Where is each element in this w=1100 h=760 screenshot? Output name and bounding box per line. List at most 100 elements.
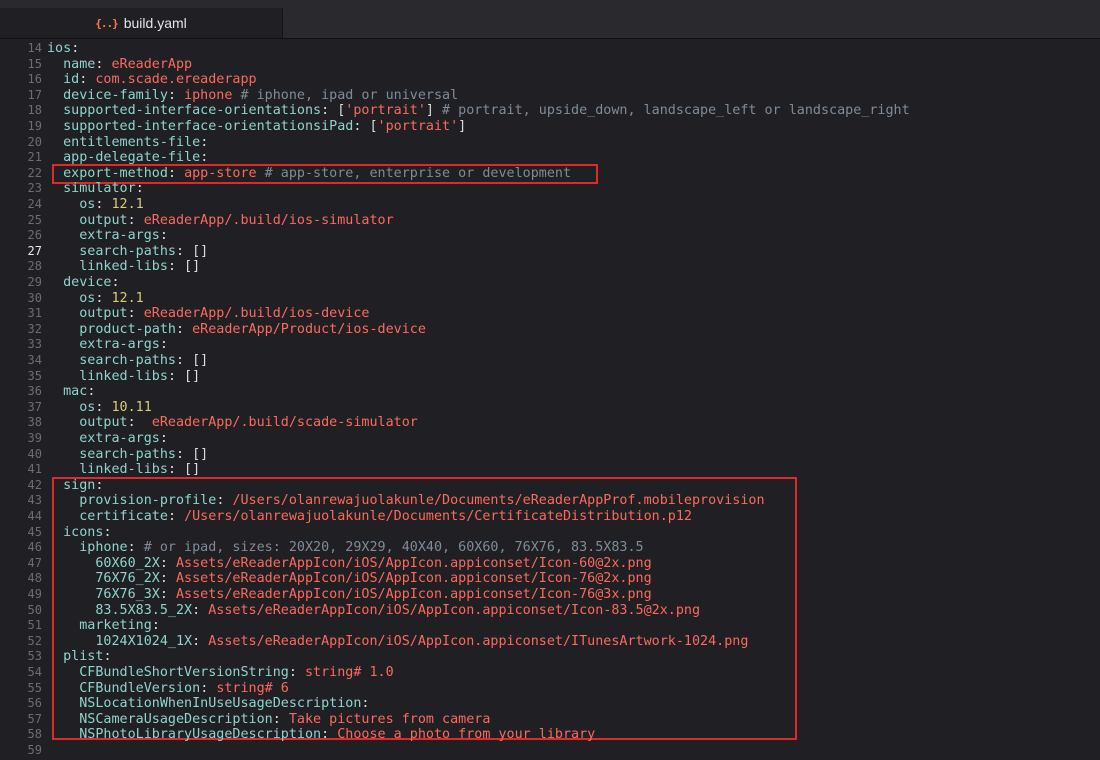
code-editor[interactable]: 14 ios: 15 name: eReaderApp 16 id: com.scad…	[0, 39, 1100, 760]
code-text: simulator:	[47, 181, 144, 197]
line-number: 18	[27, 103, 42, 118]
code-text: output: eReaderApp/.build/ios-simulator	[47, 212, 393, 229]
code-line[interactable]: 52 1024X1024_1X: Assets/eReaderAppIcon/i…	[0, 634, 1100, 650]
line-number: 16	[27, 72, 42, 87]
yaml-punctuation	[47, 571, 95, 586]
yaml-punctuation: :	[216, 493, 233, 509]
line-number: 56	[27, 696, 42, 711]
code-line[interactable]: 55 CFBundleVersion: string# 6	[0, 681, 1100, 697]
code-text: extra-args:	[47, 228, 168, 244]
code-line[interactable]: 46 iphone: # or ipad, sizes: 20X20, 29X2…	[0, 540, 1100, 556]
code-line[interactable]: 41 linked-libs: []	[0, 462, 1100, 478]
code-line[interactable]: 30 os: 12.1	[0, 291, 1100, 307]
code-line[interactable]: 29 device:	[0, 275, 1100, 291]
yaml-punctuation	[47, 447, 79, 462]
code-text: app-delegate-file:	[47, 150, 208, 166]
code-line[interactable]: 16 id: com.scade.ereaderapp	[0, 72, 1100, 88]
code-line[interactable]: 58 NSPhotoLibraryUsageDescription: Choos…	[0, 727, 1100, 743]
yaml-key: app-delegate-file	[63, 150, 201, 166]
tab-build-yaml[interactable]: {..} build.yaml	[0, 8, 283, 38]
yaml-punctuation	[47, 228, 79, 243]
code-line[interactable]: 33 extra-args:	[0, 337, 1100, 353]
yaml-punctuation	[47, 618, 79, 633]
yaml-punctuation	[47, 181, 63, 196]
yaml-punctuation	[47, 400, 79, 415]
yaml-punctuation: :	[95, 197, 112, 212]
code-line[interactable]: 20 entitlements-file:	[0, 135, 1100, 151]
code-line[interactable]: 43 provision-profile: /Users/olanrewajuo…	[0, 493, 1100, 509]
yaml-punctuation	[47, 681, 79, 696]
code-line[interactable]: 25 output: eReaderApp/.build/ios-simulat…	[0, 213, 1100, 229]
code-line[interactable]: 26 extra-args:	[0, 228, 1100, 244]
yaml-punctuation: :	[321, 727, 338, 743]
code-line[interactable]: 35 linked-libs: []	[0, 369, 1100, 385]
code-line[interactable]: 23 simulator:	[0, 181, 1100, 197]
code-line[interactable]: 15 name: eReaderApp	[0, 57, 1100, 73]
yaml-punctuation	[47, 353, 79, 368]
yaml-punctuation: :	[127, 212, 144, 228]
code-line[interactable]: 38 output: eReaderApp/.build/scade-simul…	[0, 415, 1100, 431]
yaml-string-value: eReaderApp/.build/scade-simulator	[151, 415, 418, 431]
code-line[interactable]: 49 76X76_3X: Assets/eReaderAppIcon/iOS/A…	[0, 587, 1100, 603]
line-number: 38	[27, 415, 42, 430]
line-number: 57	[27, 711, 42, 726]
yaml-comment: # or ipad, sizes: 20X20, 29X29, 40X40, 6…	[135, 540, 644, 556]
code-text: search-paths: []	[47, 353, 208, 369]
line-number: 55	[27, 680, 42, 695]
code-text: 76X76_3X: Assets/eReaderAppIcon/iOS/AppI…	[47, 587, 651, 603]
code-line[interactable]: 48 76X76_2X: Assets/eReaderAppIcon/iOS/A…	[0, 571, 1100, 587]
yaml-punctuation: :	[159, 571, 176, 587]
code-line[interactable]: 31 output: eReaderApp/.build/ios-device	[0, 306, 1100, 322]
yaml-key: icons	[63, 524, 104, 540]
code-line[interactable]: 14 ios:	[0, 41, 1100, 57]
yaml-punctuation: :	[167, 509, 185, 524]
code-line[interactable]: 42 sign:	[0, 478, 1100, 494]
yaml-key: extra-args	[79, 431, 160, 446]
code-line[interactable]: 27 search-paths: []	[0, 244, 1100, 260]
yaml-key: name	[63, 56, 96, 72]
code-line[interactable]: 57 NSCameraUsageDescription: Take pictur…	[0, 712, 1100, 728]
code-line[interactable]: 45 icons:	[0, 525, 1100, 541]
code-text: supported-interface-orientationsiPad: ['…	[47, 119, 466, 135]
code-line[interactable]: 47 60X60_2X: Assets/eReaderAppIcon/iOS/A…	[0, 556, 1100, 572]
code-line[interactable]: 22 export-method: app-store # app-store,…	[0, 166, 1100, 182]
code-line[interactable]: 34 search-paths: []	[0, 353, 1100, 369]
yaml-key: marketing	[79, 618, 152, 634]
yaml-key: extra-args	[79, 337, 160, 353]
code-line[interactable]: 39 extra-args:	[0, 431, 1100, 447]
yaml-string-value: /Users/olanrewajuolakunle/Documents/Cert…	[184, 509, 692, 524]
code-line[interactable]: 21 app-delegate-file:	[0, 150, 1100, 166]
yaml-key: CFBundleShortVersionString	[79, 665, 289, 680]
code-line[interactable]: 28 linked-libs: []	[0, 259, 1100, 275]
code-line[interactable]: 51 marketing:	[0, 618, 1100, 634]
code-line[interactable]: 32 product-path: eReaderApp/Product/ios-…	[0, 322, 1100, 338]
code-line[interactable]: 17 device-family: iphone # iphone, ipad …	[0, 88, 1100, 104]
code-line[interactable]: 37 os: 10.11	[0, 400, 1100, 416]
code-line[interactable]: 53 plist:	[0, 649, 1100, 665]
code-line[interactable]: 59	[0, 743, 1100, 759]
yaml-punctuation: : [	[321, 103, 346, 119]
code-line[interactable]: 24 os: 12.1	[0, 197, 1100, 213]
yaml-punctuation: :	[272, 711, 289, 727]
yaml-punctuation: :	[151, 618, 160, 634]
line-number: 33	[27, 337, 42, 352]
yaml-string-value: /Users/olanrewajuolakunle/Documents/eRea…	[232, 493, 765, 509]
code-line[interactable]: 56 NSLocationWhenInUseUsageDescription:	[0, 696, 1100, 712]
yaml-punctuation: :	[87, 384, 96, 400]
code-line[interactable]: 36 mac:	[0, 384, 1100, 400]
code-line[interactable]: 18 supported-interface-orientations: ['p…	[0, 103, 1100, 119]
code-line[interactable]: 54 CFBundleShortVersionString: string# 1…	[0, 665, 1100, 681]
code-line[interactable]: 50 83.5X83.5_2X: Assets/eReaderAppIcon/i…	[0, 603, 1100, 619]
code-line[interactable]: 19 supported-interface-orientationsiPad:…	[0, 119, 1100, 135]
code-text: name: eReaderApp	[47, 57, 192, 73]
code-text: product-path: eReaderApp/Product/ios-dev…	[47, 322, 426, 338]
yaml-punctuation	[47, 415, 79, 430]
yaml-key: entitlements-file	[63, 134, 201, 150]
yaml-string-value: Assets/eReaderAppIcon/iOS/AppIcon.appico…	[176, 555, 652, 571]
yaml-key: output	[79, 306, 128, 322]
code-line[interactable]: 44 certificate: /Users/olanrewajuolakunl…	[0, 509, 1100, 525]
code-line[interactable]: 40 search-paths: []	[0, 447, 1100, 463]
code-text: device-family: iphone # iphone, ipad or …	[47, 88, 458, 104]
yaml-punctuation: :	[95, 290, 112, 306]
yaml-string-value: Choose a photo from your library	[337, 727, 596, 743]
